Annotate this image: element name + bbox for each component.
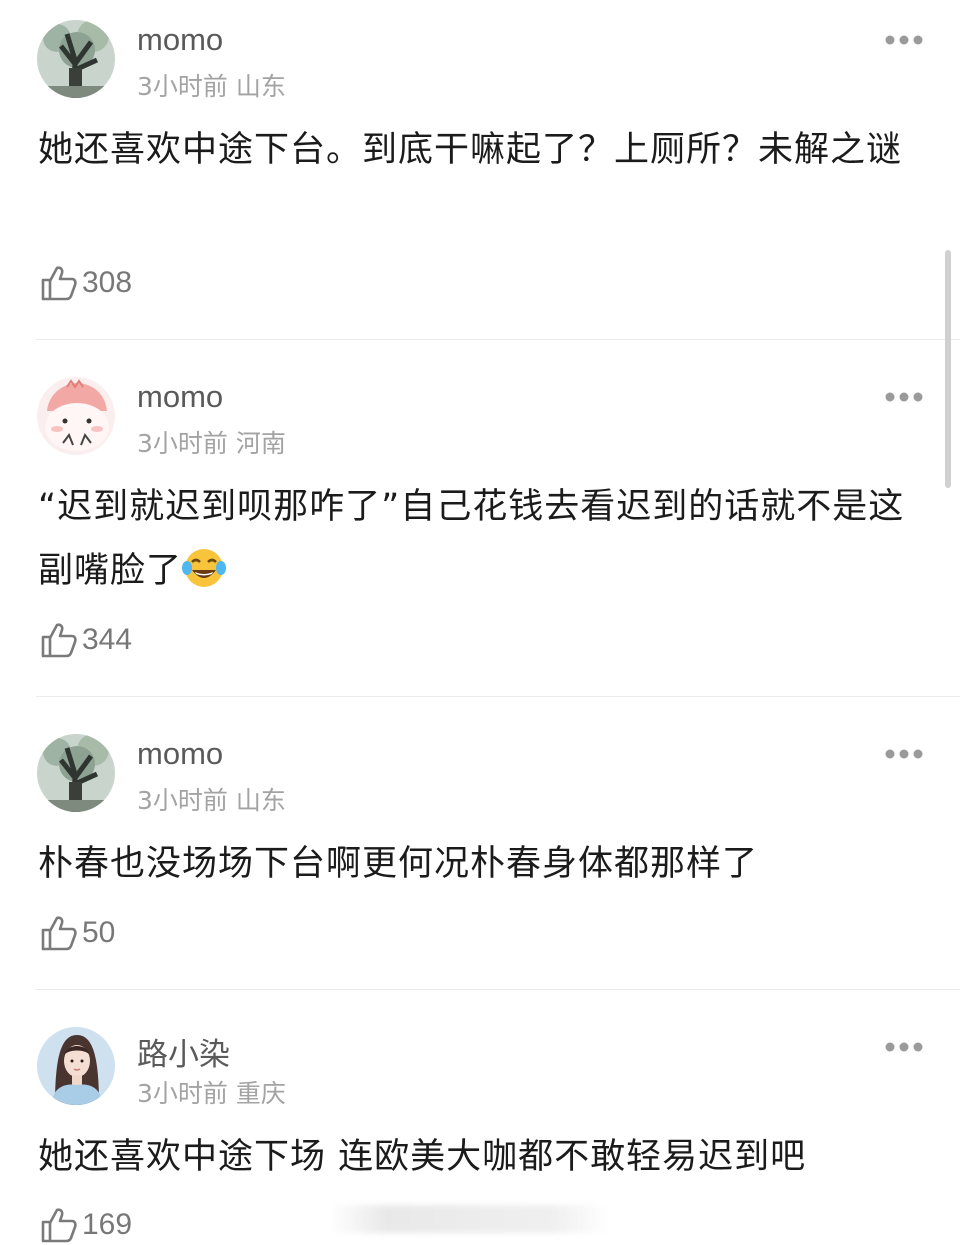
like-button[interactable]: 344 bbox=[40, 620, 132, 660]
comment-text: 朴春也没场场下台啊更何况朴春身体都那样了 bbox=[38, 844, 759, 884]
tears-of-joy-emoji bbox=[182, 546, 227, 590]
comment-meta: 3小时前 山东 bbox=[137, 786, 286, 815]
divider bbox=[36, 696, 960, 697]
like-button[interactable]: 169 bbox=[40, 1205, 132, 1245]
divider bbox=[36, 989, 960, 990]
cartoon-avatar-image bbox=[37, 377, 115, 455]
thumbs-up-icon bbox=[41, 623, 77, 658]
divider bbox=[36, 339, 960, 340]
thumbs-up-icon bbox=[41, 1208, 77, 1243]
thumbs-up-icon bbox=[41, 266, 77, 301]
more-dots-icon[interactable] bbox=[884, 391, 924, 403]
comment-text-content: “迟到就迟到呗那咋了”自己花钱去看迟到的话就不是这副嘴脸了 bbox=[38, 487, 905, 591]
more-dots-icon[interactable] bbox=[884, 34, 924, 46]
like-count: 169 bbox=[82, 1208, 133, 1241]
username[interactable]: momo bbox=[137, 379, 223, 415]
comment-meta: 3小时前 重庆 bbox=[137, 1079, 286, 1108]
like-count: 308 bbox=[82, 266, 133, 299]
comment-meta: 3小时前 河南 bbox=[137, 429, 286, 458]
tree-avatar-image bbox=[37, 20, 115, 98]
comment-text: “迟到就迟到呗那咋了”自己花钱去看迟到的话就不是这副嘴脸了 bbox=[38, 475, 918, 603]
like-count: 50 bbox=[82, 916, 116, 949]
thumbs-up-icon bbox=[41, 916, 77, 951]
more-dots-icon[interactable] bbox=[884, 1041, 924, 1053]
username[interactable]: 路小染 bbox=[137, 1029, 230, 1074]
username[interactable]: momo bbox=[137, 22, 223, 58]
like-button[interactable]: 50 bbox=[40, 913, 115, 953]
comment-text: 她还喜欢中途下场 连欧美大咖都不敢轻易迟到吧 bbox=[38, 1137, 807, 1177]
username[interactable]: momo bbox=[137, 736, 223, 772]
user-avatar[interactable] bbox=[37, 377, 115, 455]
scrollbar[interactable] bbox=[945, 250, 951, 488]
more-dots-icon[interactable] bbox=[884, 748, 924, 760]
user-avatar[interactable] bbox=[37, 734, 115, 812]
girl-avatar-image bbox=[37, 1027, 115, 1105]
like-button[interactable]: 308 bbox=[40, 263, 132, 303]
watermark-blur bbox=[330, 1205, 610, 1233]
user-avatar[interactable] bbox=[37, 1027, 115, 1105]
comment-meta: 3小时前 山东 bbox=[137, 72, 286, 101]
like-count: 344 bbox=[82, 623, 133, 656]
tree-avatar-image bbox=[37, 734, 115, 812]
comment-text: 她还喜欢中途下台。到底干嘛起了？上厕所？未解之谜 bbox=[38, 130, 903, 170]
user-avatar[interactable] bbox=[37, 20, 115, 98]
